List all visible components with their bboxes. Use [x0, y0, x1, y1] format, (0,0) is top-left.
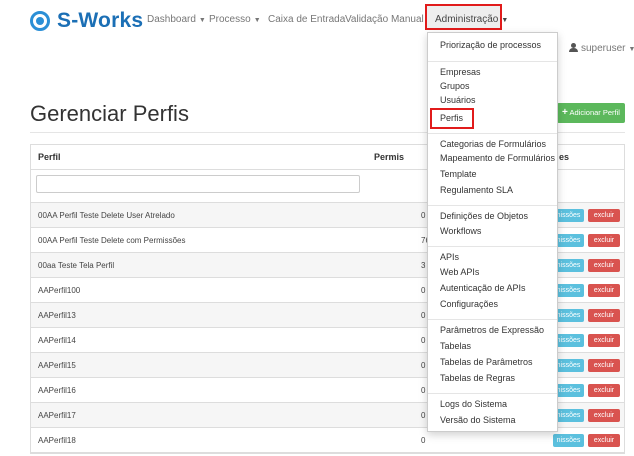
delete-button[interactable]: excluir [588, 259, 620, 272]
delete-button[interactable]: excluir [588, 334, 620, 347]
delete-button[interactable]: excluir [588, 234, 620, 247]
nav-dashboard[interactable]: Dashboard ▼ [147, 14, 206, 25]
add-profile-button[interactable]: + Adicionar Perfil [557, 103, 625, 123]
column-header-permissoes[interactable]: Permis [374, 152, 404, 162]
column-header-acoes: es [559, 152, 570, 162]
menu-item[interactable]: Tabelas de Parâmetros [440, 357, 533, 367]
menu-item[interactable]: Logs do Sistema [440, 399, 507, 409]
delete-button[interactable]: excluir [588, 384, 620, 397]
permissions-button[interactable]: nissões [553, 434, 584, 447]
menu-divider [428, 205, 557, 206]
delete-button[interactable]: excluir [588, 359, 620, 372]
menu-divider [428, 319, 557, 320]
profile-name: AAPerfil100 [38, 286, 81, 295]
menu-item[interactable]: Tabelas [440, 341, 471, 351]
permission-count: 0 [421, 211, 426, 220]
menu-divider [428, 393, 557, 394]
column-header-perfil[interactable]: Perfil [38, 152, 61, 162]
menu-item[interactable]: Tabelas de Regras [440, 373, 515, 383]
permission-count: 0 [421, 411, 426, 420]
profile-name: AAPerfil18 [38, 436, 76, 445]
permission-count: 0 [421, 336, 426, 345]
menu-item[interactable]: Regulamento SLA [440, 185, 513, 195]
administracao-dropdown-menu: Priorização de processos Empresas Grupos Us… [427, 32, 558, 432]
nav-processo[interactable]: Processo ▼ [209, 14, 261, 25]
permission-count: 0 [421, 286, 426, 295]
menu-item[interactable]: Categorias de Formulários [440, 139, 546, 149]
menu-item[interactable]: Autenticação de APIs [440, 283, 526, 293]
permission-count: 0 [421, 436, 426, 445]
perfil-filter-input[interactable] [36, 175, 360, 193]
menu-divider [428, 246, 557, 247]
user-icon [569, 43, 578, 52]
page-title: Gerenciar Perfis [30, 101, 189, 126]
profile-name: AAPerfil14 [38, 336, 76, 345]
delete-button[interactable]: excluir [588, 309, 620, 322]
permission-count: 0 [421, 361, 426, 370]
menu-item[interactable]: Priorização de processos [440, 40, 541, 50]
menu-item[interactable]: Versão do Sistema [440, 415, 516, 425]
profile-name: AAPerfil13 [38, 311, 76, 320]
menu-divider [428, 133, 557, 134]
menu-item[interactable]: Mapeamento de Formulários [440, 153, 555, 163]
permission-count: 0 [421, 311, 426, 320]
delete-button[interactable]: excluir [588, 409, 620, 422]
delete-button[interactable]: excluir [588, 209, 620, 222]
menu-item[interactable]: Grupos [440, 81, 470, 91]
brand-name: S-Works [57, 9, 144, 32]
menu-item[interactable]: Web APIs [440, 267, 479, 277]
caret-down-icon: ▼ [501, 17, 509, 24]
profile-name: 00aa Teste Tela Perfil [38, 261, 115, 270]
profile-name: AAPerfil17 [38, 411, 76, 420]
permission-count: 3 [421, 261, 426, 270]
delete-button[interactable]: excluir [588, 434, 620, 447]
nav-administracao[interactable]: Administração ▼ [425, 4, 508, 30]
caret-down-icon: ▼ [253, 17, 261, 24]
menu-item[interactable]: Template [440, 169, 477, 179]
menu-item[interactable]: APIs [440, 252, 459, 262]
menu-item[interactable]: Perfis [440, 113, 463, 123]
logo-icon [30, 11, 50, 31]
caret-down-icon: ▼ [198, 17, 206, 24]
menu-item[interactable]: Configurações [440, 299, 498, 309]
nav-caixa-de-entrada[interactable]: Caixa de Entrada [268, 14, 345, 25]
profile-name: 00AA Perfil Teste Delete User Atrelado [38, 211, 175, 220]
menu-item[interactable]: Workflows [440, 226, 481, 236]
menu-item[interactable]: Empresas [440, 67, 481, 77]
profile-name: 00AA Perfil Teste Delete com Permissões [38, 236, 186, 245]
permission-count: 0 [421, 386, 426, 395]
menu-divider [428, 61, 557, 62]
menu-item[interactable]: Parâmetros de Expressão [440, 325, 544, 335]
caret-down-icon: ▼ [628, 46, 634, 53]
plus-icon: + [562, 107, 568, 118]
nav-validacao-manual[interactable]: Validação Manual▼ [345, 14, 434, 25]
menu-item[interactable]: Definições de Objetos [440, 211, 528, 221]
profile-name: AAPerfil15 [38, 361, 76, 370]
profile-name: AAPerfil16 [38, 386, 76, 395]
menu-item[interactable]: Usuários [440, 95, 476, 105]
brand-logo[interactable]: S-Works [30, 9, 143, 33]
delete-button[interactable]: excluir [588, 284, 620, 297]
user-menu[interactable]: superuser ▼ [569, 43, 634, 54]
